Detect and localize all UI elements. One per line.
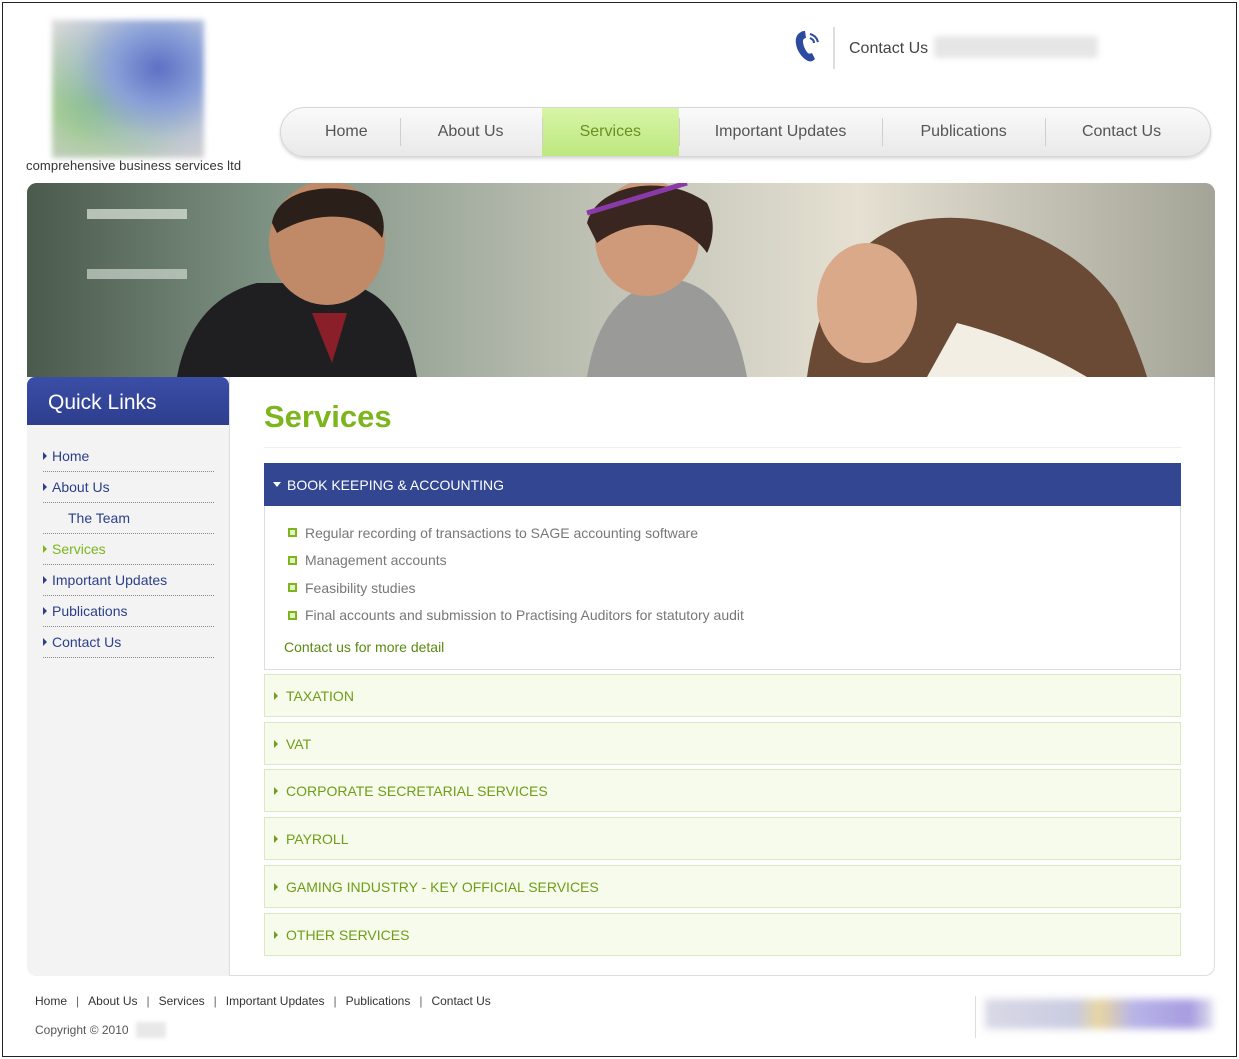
sidebar-item-label: Services [52, 541, 106, 557]
footer-separator: | [333, 994, 337, 1008]
quick-links-list: Home About Us The Team Services Importan… [43, 441, 214, 658]
list-item: Feasibility studies [288, 574, 744, 602]
sidebar-item-label: About Us [52, 479, 110, 495]
arrow-right-icon [274, 834, 278, 843]
header-divider [833, 27, 835, 69]
footer-link-about-us[interactable]: About Us [88, 994, 137, 1008]
copyright-text: Copyright © 2010 [35, 1023, 129, 1037]
sidebar-item-about-us[interactable]: About Us [43, 472, 214, 503]
footer-separator: | [76, 994, 80, 1008]
list-item: Management accounts [288, 547, 744, 575]
chevron-down-icon [273, 482, 281, 487]
footer-link-publications[interactable]: Publications [346, 994, 411, 1008]
sidebar-item-publications[interactable]: Publications [43, 596, 214, 627]
sidebar-item-home[interactable]: Home [43, 441, 214, 472]
nav-contact-us[interactable]: Contact Us [1045, 108, 1198, 156]
accordion-header-other-services[interactable]: OTHER SERVICES [264, 913, 1181, 956]
list-item: Final accounts and submission to Practis… [288, 602, 744, 630]
arrow-right-icon [43, 545, 47, 553]
service-bullet-list: Regular recording of transactions to SAG… [288, 519, 744, 629]
sidebar-item-label: Publications [52, 603, 128, 619]
footer-separator: | [419, 994, 423, 1008]
square-bullet-icon [288, 610, 297, 620]
accordion-header-book-keeping[interactable]: BOOK KEEPING & ACCOUNTING [264, 463, 1181, 506]
footer-link-services[interactable]: Services [159, 994, 205, 1008]
nav-about-us[interactable]: About Us [399, 108, 542, 156]
title-divider [264, 447, 1181, 448]
nav-services[interactable]: Services [541, 108, 679, 156]
arrow-right-icon [274, 739, 278, 748]
accordion-header-taxation[interactable]: TAXATION [264, 674, 1181, 717]
accordion-label: BOOK KEEPING & ACCOUNTING [287, 476, 505, 493]
footer-link-important-updates[interactable]: Important Updates [226, 994, 325, 1008]
footer-link-contact-us[interactable]: Contact Us [431, 994, 490, 1008]
sidebar-item-label: Important Updates [52, 572, 168, 588]
accordion-label: GAMING INDUSTRY - KEY OFFICIAL SERVICES [286, 878, 599, 895]
quick-links-title: Quick Links [27, 377, 229, 425]
arrow-right-icon [274, 691, 278, 700]
contact-more-link[interactable]: Contact us for more detail [284, 639, 444, 655]
copyright-owner-redacted [136, 1022, 166, 1038]
accordion-label: OTHER SERVICES [286, 926, 410, 943]
arrow-right-icon [274, 882, 278, 891]
nav-important-updates[interactable]: Important Updates [678, 108, 882, 156]
accordion-header-gaming-industry[interactable]: GAMING INDUSTRY - KEY OFFICIAL SERVICES [264, 865, 1181, 908]
sidebar-item-services[interactable]: Services [43, 534, 214, 565]
square-bullet-icon [288, 528, 297, 538]
bullet-text: Management accounts [305, 552, 447, 569]
sidebar-item-important-updates[interactable]: Important Updates [43, 565, 214, 596]
square-bullet-icon [288, 555, 297, 565]
bullet-text: Feasibility studies [305, 579, 416, 596]
arrow-right-icon [43, 607, 47, 615]
arrow-right-icon [43, 576, 47, 584]
sidebar-item-label: Contact Us [52, 634, 122, 650]
header-phone-number [934, 36, 1098, 58]
accordion-header-payroll[interactable]: PAYROLL [264, 817, 1181, 860]
accordion-label: TAXATION [286, 687, 354, 704]
sidebar-item-label: Home [52, 448, 90, 464]
list-item: Regular recording of transactions to SAG… [288, 519, 744, 547]
sidebar-item-the-team[interactable]: The Team [43, 503, 214, 534]
square-bullet-icon [288, 583, 297, 593]
accordion-label: VAT [286, 735, 312, 752]
company-logo[interactable] [52, 20, 204, 158]
company-tagline: comprehensive business services ltd [26, 158, 242, 173]
footer-separator: | [146, 994, 150, 1008]
bullet-text: Regular recording of transactions to SAG… [305, 524, 698, 541]
accordion-header-vat[interactable]: VAT [264, 722, 1181, 765]
arrow-right-icon [43, 483, 47, 491]
bullet-text: Final accounts and submission to Practis… [305, 607, 744, 624]
header-contact-label[interactable]: Contact Us [849, 40, 928, 58]
footer-link-home[interactable]: Home [35, 994, 67, 1008]
footer-separator: | [213, 994, 217, 1008]
sidebar-item-label: The Team [68, 510, 130, 526]
accordion-header-corporate-secretarial[interactable]: CORPORATE SECRETARIAL SERVICES [264, 769, 1181, 812]
footer-logo[interactable] [985, 999, 1213, 1029]
main-nav: Home About Us Services Important Updates… [280, 107, 1211, 157]
footer-nav: Home | About Us | Services | Important Upda… [35, 994, 491, 1008]
accordion-label: CORPORATE SECRETARIAL SERVICES [286, 782, 548, 799]
hero-photo [27, 183, 1215, 377]
arrow-right-icon [274, 786, 278, 795]
nav-home[interactable]: Home [293, 108, 400, 156]
sidebar-item-contact-us[interactable]: Contact Us [43, 627, 214, 658]
page-title: Services [264, 399, 392, 434]
footer-divider [975, 996, 976, 1038]
arrow-right-icon [43, 638, 47, 646]
accordion-label: PAYROLL [286, 830, 349, 847]
phone-icon [791, 28, 823, 64]
arrow-right-icon [43, 452, 47, 460]
hero-banner [27, 183, 1215, 377]
nav-publications[interactable]: Publications [882, 108, 1045, 156]
arrow-right-icon [274, 930, 278, 939]
